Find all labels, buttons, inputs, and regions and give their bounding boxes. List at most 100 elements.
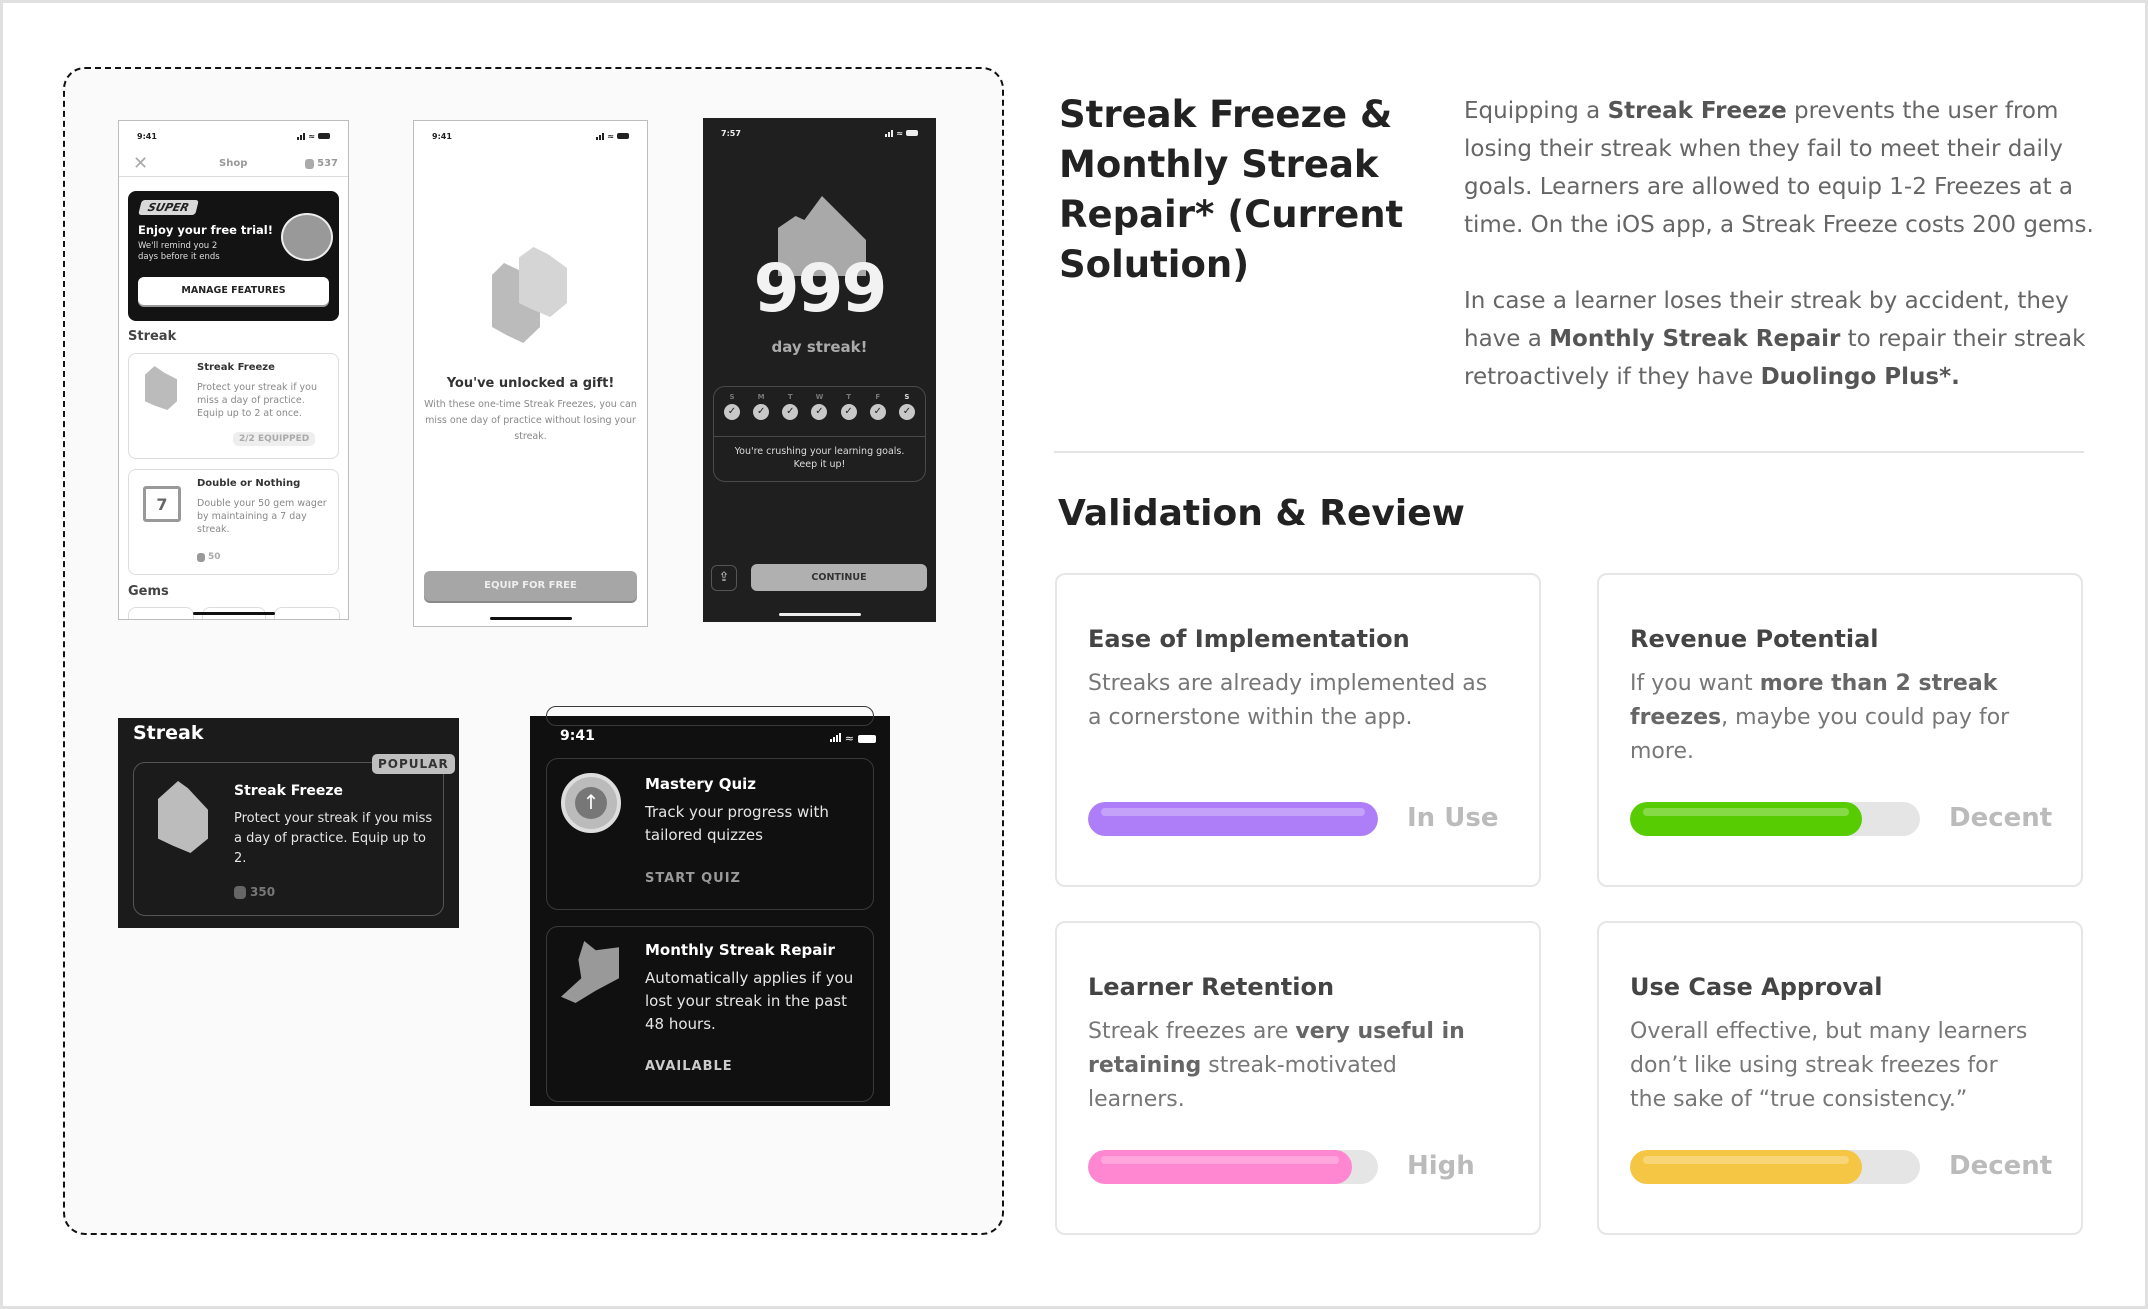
rating-progress-bar (1630, 802, 1920, 836)
rating-label: In Use (1407, 803, 1499, 833)
rating-progress-fill (1630, 1150, 1862, 1184)
promo-title: Enjoy your free trial! (138, 223, 273, 237)
day-label: T (846, 393, 852, 401)
section-streak: Streak (133, 722, 204, 744)
battery-icon (906, 130, 918, 136)
home-indicator (192, 612, 275, 615)
page-title: Streak Freeze & Monthly Streak Repair* (… (1059, 93, 1404, 286)
gift-text: With these one-time Streak Freezes, you … (424, 399, 637, 442)
signal-icon (297, 132, 306, 140)
item-desc: Protect your streak if you miss a day of… (197, 382, 318, 419)
streak-message: You're crushing your learning goals. Kee… (734, 446, 905, 470)
day-label: M (757, 393, 765, 401)
rating-progress-fill (1088, 802, 1378, 836)
rating-progress-bar (1630, 1150, 1920, 1184)
battery-icon (858, 734, 876, 743)
day-label: T (787, 393, 793, 401)
gem-pack[interactable] (274, 607, 340, 619)
status-time: 9:41 (432, 131, 452, 141)
calendar-icon: 7 (143, 486, 181, 522)
close-icon[interactable]: ✕ (133, 153, 148, 174)
continue-button[interactable]: CONTINUE (751, 564, 927, 591)
validation-card: Learner Retention Streak freezes are very… (1055, 921, 1541, 1235)
shop-item-double-or-nothing[interactable]: 7 Double or Nothing Double your 50 gem w… (128, 469, 339, 575)
description-paragraph-2: In case a learner loses their streak by … (1464, 288, 2086, 390)
mastery-quiz-item[interactable]: ↑ Mastery Quiz Track your progress with … (546, 758, 874, 910)
item-desc: Automatically applies if you lost your s… (645, 969, 854, 1033)
wifi-icon: ≈ (607, 131, 614, 141)
day-column: W ✓ (809, 393, 829, 420)
validation-card: Use Case Approval Overall effective, but … (1597, 921, 2083, 1235)
streak-freeze-dark-card: Streak Streak Freeze Protect your streak… (118, 718, 459, 928)
rating-label: High (1407, 1151, 1475, 1181)
start-quiz-button[interactable]: START QUIZ (645, 871, 741, 886)
battery-icon (318, 133, 330, 139)
check-icon: ✓ (869, 404, 886, 420)
signal-icon (885, 129, 894, 137)
check-icon: ✓ (811, 404, 828, 420)
item-price: 50 (208, 552, 221, 562)
section-streak: Streak (128, 329, 177, 344)
card-description: Streaks are already implemented as a cor… (1088, 671, 1488, 730)
home-indicator (489, 617, 572, 620)
monthly-streak-repair-item[interactable]: Monthly Streak Repair Automatically appl… (546, 926, 874, 1102)
item-title: Mastery Quiz (645, 775, 757, 793)
rating-progress-fill (1088, 1150, 1352, 1184)
wifi-icon: ≈ (896, 128, 903, 138)
card-description: Overall effective, but many learners don… (1630, 1019, 2028, 1112)
super-badge: SUPER (138, 200, 199, 215)
card-title: Learner Retention (1088, 973, 1335, 1001)
power-ups-dark-list: 9:41 ≈ ↑ Mastery Quiz Track your progres… (530, 706, 890, 1106)
check-icon: ✓ (782, 404, 799, 420)
equipped-badge: 2/2 EQUIPPED (233, 432, 316, 446)
gem-count: 537 (317, 158, 338, 169)
wifi-icon: ≈ (308, 131, 315, 141)
item-title: Streak Freeze (234, 783, 344, 799)
card-description: If you want more than 2 streak freezes, … (1630, 671, 2010, 764)
streak-freeze-icon (519, 247, 567, 317)
item-price: 350 (250, 885, 276, 899)
home-indicator (778, 613, 861, 616)
description-paragraph-1: Equipping a Streak Freeze prevents the u… (1464, 98, 2094, 238)
day-column: S ✓ (722, 393, 742, 420)
streak-freeze-icon (158, 781, 208, 853)
day-column: T ✓ (780, 393, 800, 420)
gem-icon (305, 158, 315, 169)
popular-badge: POPULAR (372, 754, 455, 774)
week-calendar: S ✓ M ✓ T ✓ W ✓ T ✓ F ✓ S ✓ You're crushing your lear… (713, 386, 926, 482)
section-divider (1054, 451, 2084, 453)
streak-number: 999 (753, 250, 888, 327)
status-bar: 7:57 ≈ (703, 126, 936, 140)
streak-freeze-icon (145, 366, 177, 410)
rating-progress-bar (1088, 802, 1378, 836)
item-title: Streak Freeze (197, 362, 275, 373)
super-promo-card: SUPER Enjoy your free trial! We'll remin… (128, 191, 339, 321)
shop-nav: ✕ Shop 537 (119, 151, 348, 177)
rating-progress-bar (1088, 1150, 1378, 1184)
availability-status: AVAILABLE (645, 1059, 733, 1074)
check-icon: ✓ (898, 404, 915, 420)
status-bar: 9:41 ≈ (414, 129, 647, 143)
gem-pack[interactable] (128, 607, 194, 619)
share-icon[interactable]: ⇪ (711, 565, 737, 591)
gift-title: You've unlocked a gift! (446, 376, 615, 391)
streak-repair-icon (561, 941, 619, 1003)
validation-card: Revenue Potential If you want more than 2… (1597, 573, 2083, 887)
check-icon: ✓ (724, 404, 740, 420)
mastery-quiz-icon: ↑ (561, 773, 621, 833)
description: Equipping a Streak Freeze prevents the u… (1464, 92, 2104, 396)
mascot-icon (281, 213, 333, 261)
card-title: Use Case Approval (1630, 973, 1883, 1001)
check-icon: ✓ (753, 404, 770, 420)
equip-for-free-button[interactable]: EQUIP FOR FREE (424, 571, 637, 601)
day-column: M ✓ (751, 393, 771, 420)
manage-features-button[interactable]: MANAGE FEATURES (138, 277, 329, 305)
streak-freeze-item[interactable]: Streak Freeze Protect your streak if you… (133, 762, 444, 916)
day-column: S ✓ (897, 393, 917, 420)
card-title: Ease of Implementation (1088, 625, 1410, 653)
nav-title: Shop (219, 158, 248, 169)
status-time: 9:41 (137, 131, 157, 141)
streak-label: day streak! (771, 338, 868, 356)
check-icon: ✓ (840, 404, 857, 420)
shop-item-streak-freeze[interactable]: Streak Freeze Protect your streak if you… (128, 353, 339, 459)
